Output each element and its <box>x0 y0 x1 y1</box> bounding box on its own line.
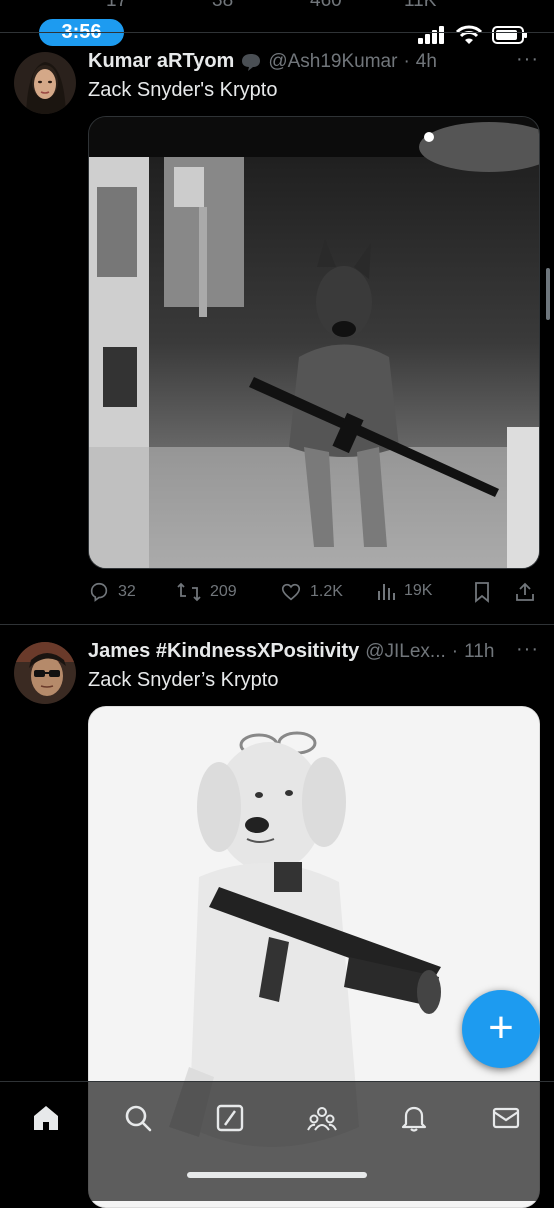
tweet1-text: Zack Snyder's Krypto <box>88 79 278 101</box>
prev-retweet-count[interactable]: 38 <box>212 0 233 12</box>
tweet2-separator: · <box>451 640 459 662</box>
divider <box>0 32 554 33</box>
tweet1-image <box>89 117 539 568</box>
heart-icon <box>281 583 301 601</box>
retweet-icon <box>177 582 201 602</box>
previous-tweet-actions: 17 38 460 11K <box>0 0 554 16</box>
search-icon[interactable] <box>122 1102 154 1134</box>
tweet1-avatar[interactable] <box>14 52 76 114</box>
tweet1-separator: · <box>403 50 410 72</box>
tweet1-view-count: 19K <box>404 582 433 599</box>
compose-post-button[interactable]: + <box>462 990 540 1068</box>
communities-icon[interactable] <box>306 1102 338 1134</box>
tweet1-views-button[interactable]: 19K <box>376 581 432 601</box>
tweet1-retweet-button[interactable]: 209 <box>176 581 237 603</box>
wifi-icon <box>456 25 482 44</box>
notifications-icon[interactable] <box>398 1102 430 1134</box>
tweet1-retweet-count: 209 <box>210 583 237 600</box>
tweet1-time: 4h <box>415 50 437 72</box>
signal-icon <box>418 26 444 44</box>
battery-icon <box>492 26 527 44</box>
tweet1-more-icon[interactable]: ··· <box>516 48 539 71</box>
grok-icon[interactable] <box>214 1102 246 1134</box>
divider <box>0 624 554 625</box>
tweet2-header: James #KindnessXPositivity @JILex... · 1… <box>88 640 494 663</box>
share-icon <box>516 582 534 601</box>
tweet2-time: 11h <box>464 640 495 662</box>
chat-bubble-icon <box>242 53 261 71</box>
tweet2-author-name[interactable]: James #KindnessXPositivity <box>88 640 359 663</box>
reply-icon <box>90 582 108 602</box>
tweet1-share-button[interactable] <box>514 581 536 603</box>
tweet2-handle[interactable]: @JILex... <box>365 641 446 663</box>
prev-view-count[interactable]: 11K <box>404 0 436 12</box>
views-icon <box>378 584 395 600</box>
bookmark-icon <box>475 582 489 603</box>
prev-reply-count[interactable]: 17 <box>106 0 127 12</box>
tweet1-like-button[interactable]: 1.2K <box>280 581 343 603</box>
tweet1-reply-count: 32 <box>118 583 136 600</box>
tweet2-text: Zack Snyder’s Krypto <box>88 669 279 691</box>
tweet2-more-icon[interactable]: ··· <box>516 638 539 661</box>
home-icon[interactable] <box>30 1102 62 1134</box>
tweet1-actions: 32 209 1.2K 19K <box>88 581 538 607</box>
tweet1-header: Kumar aRTyom @Ash19Kumar · 4h <box>88 50 437 73</box>
scrollbar[interactable] <box>546 268 550 320</box>
tweet1-author-name[interactable]: Kumar aRTyom <box>88 50 234 73</box>
bottom-nav <box>0 1081 554 1201</box>
status-icons <box>418 24 528 46</box>
tweet1-media[interactable] <box>88 116 540 569</box>
tweet1-handle[interactable]: @Ash19Kumar <box>268 51 397 73</box>
tweet1-bookmark-button[interactable] <box>472 581 492 603</box>
prev-like-count[interactable]: 460 <box>310 0 342 12</box>
tweet1-reply-button[interactable]: 32 <box>88 581 136 603</box>
tweet2-avatar[interactable] <box>14 642 76 704</box>
home-indicator <box>187 1172 367 1178</box>
tweet1-like-count: 1.2K <box>310 583 343 600</box>
messages-icon[interactable] <box>490 1102 522 1134</box>
